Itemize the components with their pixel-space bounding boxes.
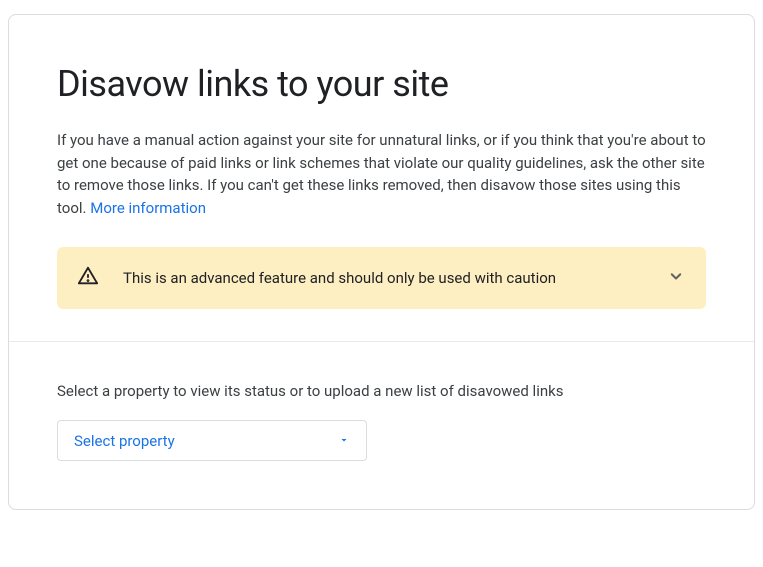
warning-text: This is an advanced feature and should o… <box>123 269 642 287</box>
property-select-label: Select a property to view its status or … <box>57 382 706 400</box>
header-section: Disavow links to your site If you have a… <box>9 15 754 341</box>
more-information-link[interactable]: More information <box>90 199 206 217</box>
page-title: Disavow links to your site <box>57 63 706 105</box>
warning-banner[interactable]: This is an advanced feature and should o… <box>57 247 706 309</box>
description-text: If you have a manual action against your… <box>57 129 706 219</box>
property-select-dropdown[interactable]: Select property <box>57 420 367 461</box>
dropdown-arrow-icon <box>338 431 350 450</box>
warning-icon <box>77 265 99 291</box>
disavow-card: Disavow links to your site If you have a… <box>8 14 755 510</box>
property-select-placeholder: Select property <box>74 432 175 450</box>
property-section: Select a property to view its status or … <box>9 342 754 509</box>
chevron-down-icon <box>666 266 686 290</box>
